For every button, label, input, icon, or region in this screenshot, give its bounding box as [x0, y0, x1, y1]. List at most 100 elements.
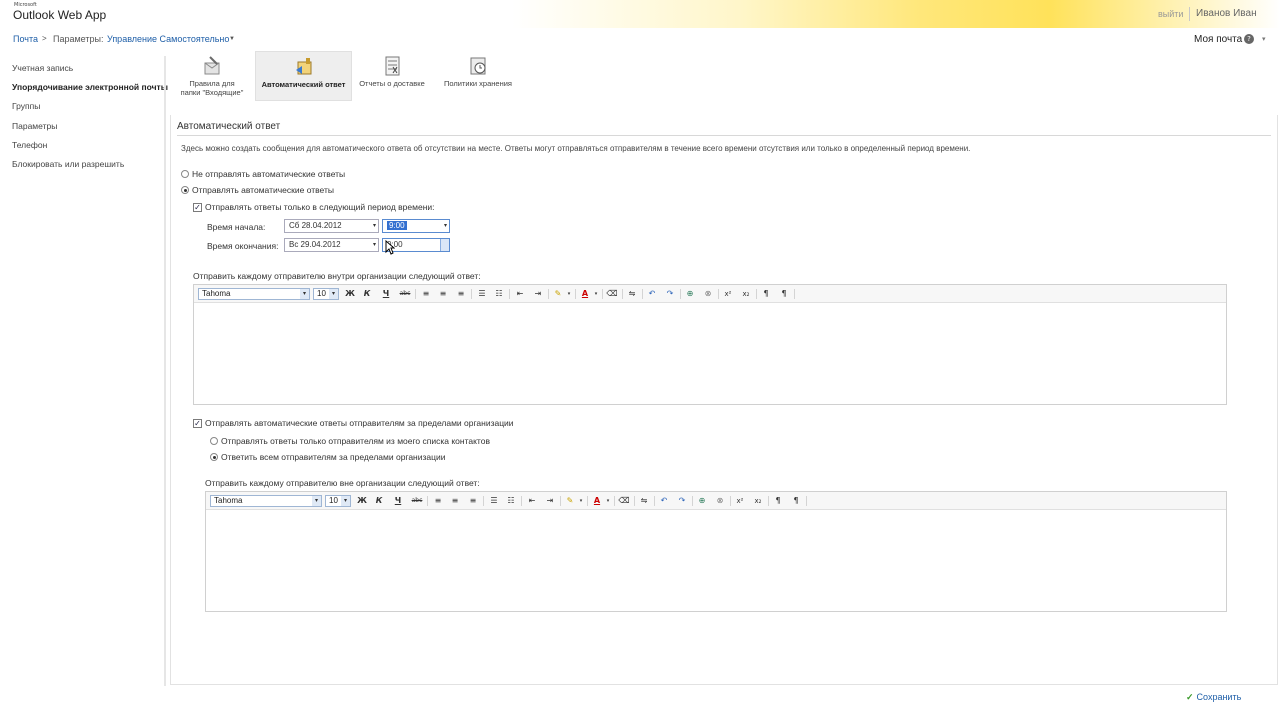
radio-dont-send[interactable]	[181, 170, 189, 178]
start-time-select[interactable]: 9:00 ▾	[382, 219, 450, 233]
insert-link-icon[interactable]: ⊕	[696, 495, 708, 507]
checkbox-outside[interactable]: ✓	[193, 419, 202, 428]
chevron-down-icon[interactable]: ▾	[602, 495, 614, 507]
bold-button[interactable]: Ж	[356, 495, 368, 507]
page-title: Автоматический ответ	[177, 121, 281, 132]
remove-link-icon[interactable]: ⊗	[714, 495, 726, 507]
superscript-button[interactable]: x²	[734, 495, 746, 507]
toolbar-separator	[768, 496, 769, 506]
outside-reply-editor[interactable]: Tahoma ▾ 10 ▾ Ж К Ч abc ≡ ≡ ≡ ☰ ☷ ⇤ ⇥ ✎ …	[205, 491, 1227, 612]
sidebar-item-phone[interactable]: Телефон	[12, 140, 47, 150]
signout-link[interactable]: выйти	[1158, 9, 1183, 19]
rtl-button[interactable]: ¶	[778, 288, 790, 300]
start-date-select[interactable]: Сб 28.04.2012 ▾	[284, 219, 379, 233]
radio-contacts-only[interactable]	[210, 437, 218, 445]
horizontal-rule-button[interactable]: ⇋	[626, 288, 638, 300]
underline-button[interactable]: Ч	[392, 495, 404, 507]
chevron-down-icon[interactable]: ▾	[563, 288, 575, 300]
chevron-down-icon[interactable]: ▾	[590, 288, 602, 300]
breadcrumb-mail-link[interactable]: Почта	[13, 34, 38, 44]
remove-link-icon[interactable]: ⊗	[702, 288, 714, 300]
align-right-button[interactable]: ≡	[455, 288, 467, 300]
bullets-button[interactable]: ☰	[476, 288, 488, 300]
numbering-button[interactable]: ☷	[493, 288, 505, 300]
tab-retention-policies[interactable]: Политики хранения	[436, 51, 520, 101]
underline-button[interactable]: Ч	[380, 288, 392, 300]
align-left-button[interactable]: ≡	[432, 495, 444, 507]
sidebar-item-account[interactable]: Учетная запись	[12, 63, 73, 73]
numbering-button[interactable]: ☷	[505, 495, 517, 507]
tab-delivery-reports[interactable]: Отчеты о доставке	[355, 51, 429, 101]
subscript-button[interactable]: x₂	[752, 495, 764, 507]
tab-auto-reply[interactable]: Автоматический ответ	[255, 51, 352, 101]
indent-button[interactable]: ⇥	[544, 495, 556, 507]
tab-label: Автоматический ответ	[261, 80, 346, 89]
italic-button[interactable]: К	[361, 288, 373, 300]
editor-toolbar: Tahoma ▾ 10 ▾ Ж К Ч abc ≡ ≡ ≡ ☰ ☷ ⇤ ⇥ ✎ …	[194, 285, 1226, 303]
sidebar-item-block-allow[interactable]: Блокировать или разрешить	[12, 159, 124, 169]
toolbar-separator	[415, 289, 416, 299]
radio-all-outside[interactable]	[210, 453, 218, 461]
tab-inbox-rules[interactable]: Правила для папки "Входящие"	[172, 51, 252, 101]
toolbar-separator	[521, 496, 522, 506]
chevron-down-icon[interactable]: ▾	[575, 495, 587, 507]
strikethrough-button[interactable]: abc	[398, 288, 412, 300]
outdent-button[interactable]: ⇤	[514, 288, 526, 300]
undo-icon[interactable]: ↶	[646, 288, 658, 300]
radio-send[interactable]	[181, 186, 189, 194]
sidebar-item-groups[interactable]: Группы	[12, 101, 40, 111]
options-caret-icon[interactable]: ▾	[1262, 35, 1266, 43]
font-family-value: Tahoma	[202, 289, 231, 298]
font-size-select[interactable]: 10 ▾	[313, 288, 339, 300]
superscript-button[interactable]: x²	[722, 288, 734, 300]
clear-format-button[interactable]: ⌫	[618, 495, 630, 507]
toolbar-separator	[587, 496, 588, 506]
clear-format-button[interactable]: ⌫	[606, 288, 618, 300]
font-family-value: Tahoma	[214, 496, 243, 505]
align-left-button[interactable]: ≡	[420, 288, 432, 300]
end-date-select[interactable]: Вс 29.04.2012 ▾	[284, 238, 379, 252]
undo-icon[interactable]: ↶	[658, 495, 670, 507]
sidebar-item-organize-mail[interactable]: Упорядочивание электронной почты	[12, 82, 168, 92]
ltr-button[interactable]: ¶	[772, 495, 784, 507]
chevron-down-icon: ▾	[300, 289, 309, 299]
subscript-button[interactable]: x₂	[740, 288, 752, 300]
bullets-button[interactable]: ☰	[488, 495, 500, 507]
rtl-button[interactable]: ¶	[790, 495, 802, 507]
my-mail-link[interactable]: Моя почта	[1194, 34, 1242, 45]
user-name[interactable]: Иванов Иван	[1196, 8, 1257, 19]
font-size-select[interactable]: 10 ▾	[325, 495, 351, 507]
redo-icon[interactable]: ↷	[664, 288, 676, 300]
chevron-down-icon: ▾	[312, 496, 321, 506]
chevron-down-icon: ▾	[329, 289, 338, 299]
font-family-select[interactable]: Tahoma ▾	[210, 495, 322, 507]
outdent-button[interactable]: ⇤	[526, 495, 538, 507]
chevron-down-icon: ▾	[341, 496, 350, 506]
checkmark-icon: ✓	[1186, 692, 1194, 702]
align-center-button[interactable]: ≡	[449, 495, 461, 507]
ltr-button[interactable]: ¶	[760, 288, 772, 300]
save-label: Сохранить	[1196, 692, 1242, 702]
chevron-down-icon[interactable]: ▼	[229, 36, 235, 42]
toolbar-separator	[730, 496, 731, 506]
italic-button[interactable]: К	[373, 495, 385, 507]
help-icon[interactable]: ?	[1244, 34, 1254, 44]
align-right-button[interactable]: ≡	[467, 495, 479, 507]
bold-button[interactable]: Ж	[344, 288, 356, 300]
strikethrough-button[interactable]: abc	[410, 495, 424, 507]
save-button[interactable]: ✓ Сохранить	[1186, 692, 1241, 703]
breadcrumb-manage-dropdown[interactable]: Управление Самостоятельно	[107, 34, 229, 44]
redo-icon[interactable]: ↷	[676, 495, 688, 507]
checkbox-period[interactable]: ✓	[193, 203, 202, 212]
sidebar-item-settings[interactable]: Параметры	[12, 121, 57, 131]
inside-reply-editor[interactable]: Tahoma ▾ 10 ▾ Ж К Ч abc ≡ ≡ ≡ ☰ ☷ ⇤ ⇥ ✎ …	[193, 284, 1227, 405]
insert-link-icon[interactable]: ⊕	[684, 288, 696, 300]
toolbar-separator	[602, 289, 603, 299]
font-family-select[interactable]: Tahoma ▾	[198, 288, 310, 300]
align-center-button[interactable]: ≡	[437, 288, 449, 300]
indent-button[interactable]: ⇥	[532, 288, 544, 300]
horizontal-rule-button[interactable]: ⇋	[638, 495, 650, 507]
tab-label: Правила для	[189, 79, 235, 88]
end-time-dropdown-button[interactable]	[440, 239, 449, 251]
mouse-cursor-icon	[385, 240, 395, 255]
